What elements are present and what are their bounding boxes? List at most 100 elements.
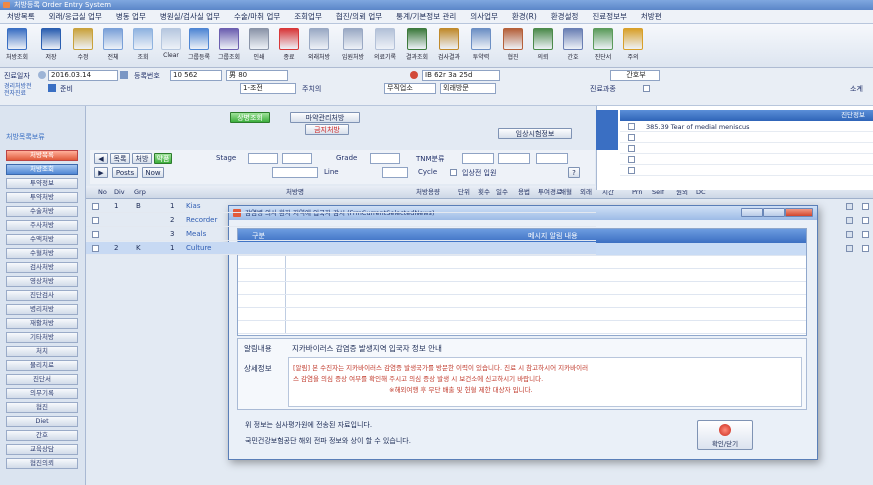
alert-row[interactable]	[238, 282, 806, 295]
toolbar-button[interactable]: 협진	[500, 26, 526, 66]
sidebar-item[interactable]: 검사처방	[6, 262, 78, 273]
sidebar-item[interactable]: 병리처방	[6, 304, 78, 315]
close-button[interactable]	[785, 208, 813, 217]
alert-row[interactable]	[238, 269, 806, 282]
row-checkbox[interactable]	[92, 203, 99, 210]
diagnosis-checkbox[interactable]	[628, 145, 635, 152]
toolbar-button[interactable]: Clear	[158, 26, 184, 66]
diagnosis-checkbox[interactable]	[628, 156, 635, 163]
sidebar-item[interactable]: 영상처방	[6, 276, 78, 287]
sidebar-item[interactable]: 투약처방	[6, 192, 78, 203]
sidebar-item[interactable]: 협진	[6, 402, 78, 413]
alert-row[interactable]	[238, 295, 806, 308]
toolbar-button[interactable]: 의뢰	[530, 26, 556, 66]
toolbar-button[interactable]: 수정	[70, 26, 96, 66]
regimen-field[interactable]	[272, 167, 318, 178]
nav-next-button[interactable]: ▶	[94, 167, 108, 178]
tab-order[interactable]: 처방	[132, 153, 152, 164]
now-button[interactable]: Now	[142, 167, 164, 178]
diagnosis-row[interactable]	[620, 144, 873, 154]
sidebar-item[interactable]: 수술처방	[6, 206, 78, 217]
menu-item[interactable]: 통계/기본정보 관리	[389, 10, 463, 23]
toolbar-button[interactable]: 결과조회	[404, 26, 430, 66]
dc-checkbox[interactable]	[862, 203, 869, 210]
row-checkbox[interactable]	[92, 245, 99, 252]
diagnosis-checkbox[interactable]	[628, 123, 635, 130]
sidebar-item[interactable]: 수액처방	[6, 234, 78, 245]
grade-select[interactable]	[370, 153, 400, 164]
sidebar-item[interactable]: 진단검사	[6, 290, 78, 301]
toolbar-button[interactable]: 외래처방	[306, 26, 332, 66]
sidebar-item[interactable]: 기타처방	[6, 332, 78, 343]
tnm-n-select[interactable]	[498, 153, 530, 164]
diagnosis-row[interactable]	[620, 155, 873, 165]
cycle-checkbox[interactable]	[450, 169, 457, 176]
dept-select[interactable]: 1-조전	[240, 83, 296, 94]
sidebar-item[interactable]: 진단서	[6, 374, 78, 385]
toolbar-button[interactable]: 인쇄	[246, 26, 272, 66]
menu-item[interactable]: 병동 업무	[109, 10, 153, 23]
posts-button[interactable]: Posts	[112, 167, 138, 178]
row-checkbox[interactable]	[92, 231, 99, 238]
toolbar-button[interactable]: 처방조회	[4, 26, 30, 66]
toolbar-button[interactable]: 검사결과	[436, 26, 462, 66]
minimize-button[interactable]	[741, 208, 763, 217]
diagnosis-checkbox[interactable]	[628, 134, 635, 141]
toolbar-button[interactable]: 조회	[130, 26, 156, 66]
sidebar-item[interactable]: 의무기록	[6, 388, 78, 399]
menu-item[interactable]: 협진/의뢰 업무	[329, 10, 389, 23]
menu-item[interactable]: 처방편	[634, 10, 669, 23]
sidebar-item[interactable]: 재활처방	[6, 318, 78, 329]
sidebar-item[interactable]: 처방목록	[6, 150, 78, 161]
menu-item[interactable]: 병원실/검사실 업무	[153, 10, 227, 23]
toolbar-button[interactable]: 그룹등록	[186, 26, 212, 66]
sidebar-item[interactable]: 수혈처방	[6, 248, 78, 259]
menu-item[interactable]: 처방목록	[0, 10, 42, 23]
toolbar-button[interactable]: 입원처방	[340, 26, 366, 66]
narcotic-order-button[interactable]: 마약관리처방	[290, 112, 360, 123]
menu-item[interactable]: 진료정보부	[585, 10, 634, 23]
dc-checkbox[interactable]	[862, 245, 869, 252]
scroll-arrow[interactable]	[846, 203, 853, 210]
visit-type-field[interactable]: 외래방문	[440, 83, 496, 94]
tab-list[interactable]: 목록	[110, 153, 130, 164]
toolbar-button[interactable]: 투약력	[468, 26, 494, 66]
row-checkbox[interactable]	[92, 217, 99, 224]
toolbar-button[interactable]: 종료	[276, 26, 302, 66]
alert-icon[interactable]	[410, 71, 418, 79]
dc-checkbox[interactable]	[862, 231, 869, 238]
toolbar-button[interactable]: 그룹조회	[216, 26, 242, 66]
menu-item[interactable]: 조회업무	[287, 10, 329, 23]
diagnosis-checkbox[interactable]	[628, 167, 635, 174]
scroll-arrow[interactable]	[846, 217, 853, 224]
date-picker-icon[interactable]	[38, 71, 46, 79]
toolbar-button[interactable]: 전체	[100, 26, 126, 66]
calendar-icon[interactable]	[120, 71, 128, 79]
dept-checkbox[interactable]	[643, 85, 650, 92]
diagnosis-row[interactable]: 385.39 Tear of medial meniscus	[620, 122, 873, 132]
sidebar-item[interactable]: 교육상담	[6, 444, 78, 455]
date-field[interactable]: 2016.03.14	[48, 70, 118, 81]
menu-item[interactable]: 의사업무	[463, 10, 505, 23]
patient-name-field[interactable]: 男 80	[226, 70, 288, 81]
sidebar-item[interactable]: 물리치료	[6, 360, 78, 371]
toolbar-button[interactable]: 주의	[620, 26, 646, 66]
scroll-arrow[interactable]	[846, 231, 853, 238]
sidebar-item[interactable]: 간호	[6, 430, 78, 441]
stage-select[interactable]	[248, 153, 278, 164]
diagnosis-row[interactable]	[620, 166, 873, 176]
sidebar-item[interactable]: 처방조회	[6, 164, 78, 175]
menu-item[interactable]: 환경(R)	[505, 10, 544, 23]
toolbar-button[interactable]: 의료기록	[372, 26, 398, 66]
forbidden-order-button[interactable]: 금지처방	[305, 124, 349, 135]
nav-prev-button[interactable]: ◀	[94, 153, 108, 164]
stage-sub-select[interactable]	[282, 153, 312, 164]
toolbar-button[interactable]: 진단서	[590, 26, 616, 66]
dc-checkbox[interactable]	[862, 217, 869, 224]
sidebar-item[interactable]: 협진의뢰	[6, 458, 78, 469]
order-row[interactable]: 3 Meals	[86, 228, 596, 241]
confirm-close-button[interactable]: 확인/닫기	[697, 420, 753, 450]
alert-row[interactable]	[238, 308, 806, 321]
scroll-arrow[interactable]	[846, 245, 853, 252]
toolbar-button[interactable]: 저장	[38, 26, 64, 66]
